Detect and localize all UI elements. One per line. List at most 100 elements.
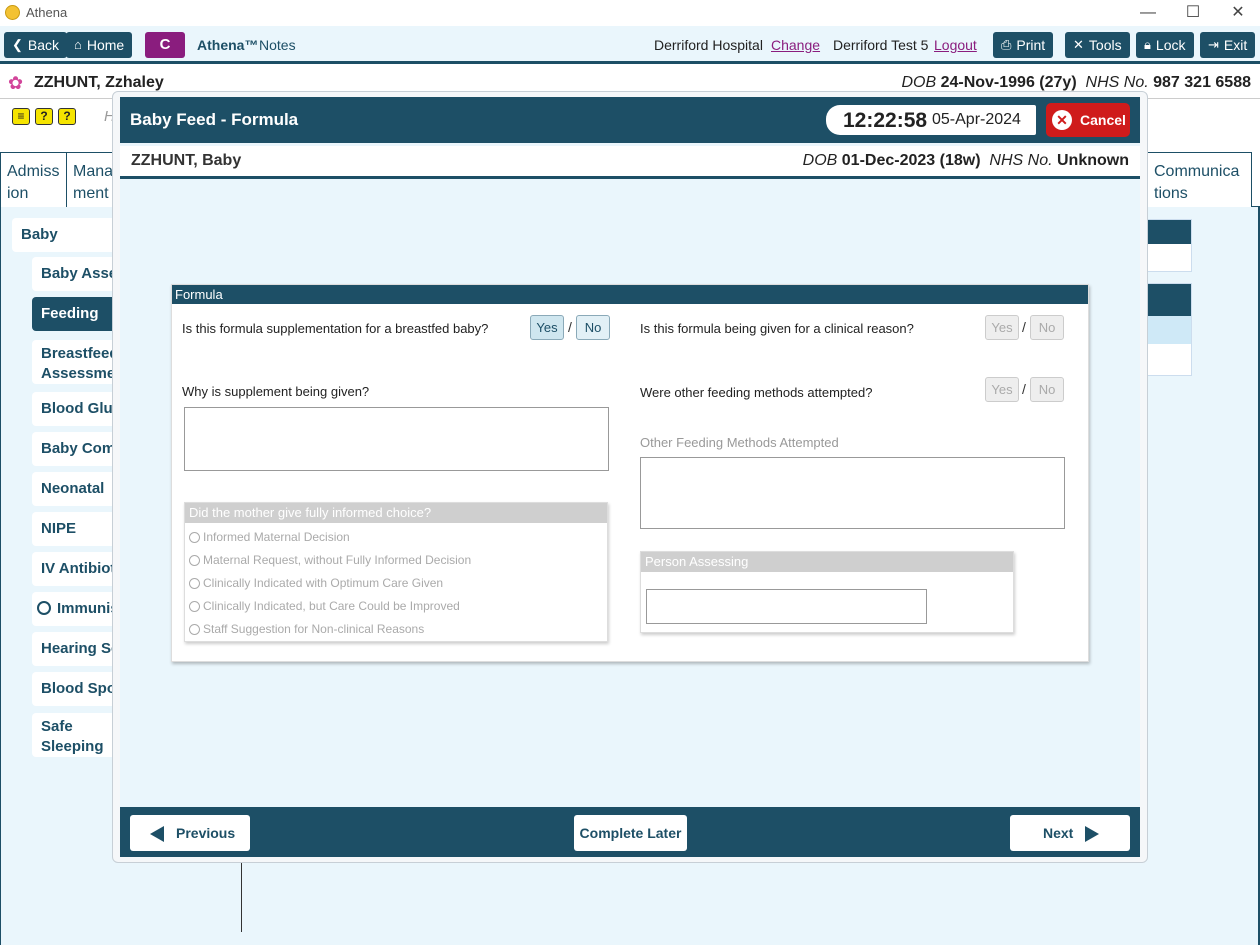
choice-label: Clinically Indicated, but Care Could be … [203,599,460,613]
previous-label: Previous [176,825,236,841]
patient-name: ZZHUNT, Zzhaley [34,74,164,91]
formula-section-header: Formula [172,285,1088,304]
lock-icon: 🔒︎ [1144,37,1151,52]
tab-communications[interactable]: Communica tions [1147,152,1252,207]
baby-dob: 01-Dec-2023 (18w) [841,152,981,169]
modal-header: Baby Feed - Formula 12:22:58 05-Apr-2024… [120,97,1140,143]
app-sub: Notes [259,37,296,53]
tools-button[interactable]: ✕ Tools [1065,32,1130,58]
person-assessing-input[interactable] [646,589,927,624]
window-titlebar: Athena — ☐ ✕ [0,0,1260,26]
other-methods-yes-button[interactable]: Yes [985,377,1019,402]
lock-button[interactable]: 🔒︎ Lock [1136,32,1194,58]
question-icon[interactable]: ? [58,108,76,125]
breastfed-no-button[interactable]: No [576,315,610,340]
logout-link[interactable]: Logout [934,37,977,53]
nhs-label: NHS No. [1085,74,1149,91]
back-button[interactable]: ❮ Back [4,32,68,58]
breastfed-yes-button[interactable]: Yes [530,315,564,340]
flower-icon: ✿ [8,73,24,93]
baby-dob-label: DOB [802,152,838,169]
baby-feed-modal: Baby Feed - Formula 12:22:58 05-Apr-2024… [120,97,1140,857]
maximize-icon[interactable]: ☐ [1173,2,1213,24]
nav-immunisation[interactable]: Immunis [32,592,122,626]
nav-feeding[interactable]: Feeding [32,297,122,331]
radio-icon [189,623,200,635]
exit-button[interactable]: ⇥ Exit [1200,32,1256,58]
home-icon: ⌂ [74,37,82,52]
choice-label: Informed Maternal Decision [203,530,350,544]
nav-blood-spot[interactable]: Blood Spot [32,672,122,706]
nav-baby-comm[interactable]: Baby Comm [32,432,122,466]
baby-details: DOB 01-Dec-2023 (18w) NHS No. Unknown [803,152,1129,170]
nav-breastfeeding-assessment[interactable]: Breastfeeding Assessment [32,340,122,384]
choice-staff-suggestion[interactable]: Staff Suggestion for Non-clinical Reason… [189,622,424,636]
baby-name: ZZHUNT, Baby [131,152,242,169]
exit-label: Exit [1223,37,1248,53]
tools-label: Tools [1088,37,1122,53]
minimize-icon[interactable]: — [1128,2,1168,24]
arrow-right-icon [1085,826,1099,842]
radio-icon [189,531,200,543]
chevron-left-icon: ❮ [12,37,23,52]
informed-choice-group: Did the mother give fully informed choic… [184,502,608,642]
app-logo-icon [5,5,20,20]
nav-neonatal[interactable]: Neonatal [32,472,122,506]
patient-dob: 24-Nov-1996 (27y) [940,74,1077,91]
complete-later-button[interactable]: Complete Later [574,815,687,851]
close-circle-icon: ✕ [1052,110,1072,130]
slash-separator: / [568,319,572,335]
nav-blood-glucose[interactable]: Blood Gluc [32,392,122,426]
help-icon[interactable]: ? [35,108,53,125]
baby-banner: ZZHUNT, Baby DOB 01-Dec-2023 (18w) NHS N… [120,146,1140,179]
choice-label: Staff Suggestion for Non-clinical Reason… [203,622,425,636]
clinical-no-button[interactable]: No [1030,315,1064,340]
c-button[interactable]: C [145,32,185,58]
choice-clinically-improved[interactable]: Clinically Indicated, but Care Could be … [189,599,460,613]
dob-label: DOB [901,74,937,91]
nav-baby-assessment[interactable]: Baby Assess [32,257,122,291]
user-name: Derriford Test 5 [833,37,929,53]
app-name: Athena™ [197,37,259,53]
q-other-methods: Were other feeding methods attempted? [640,385,873,400]
alert-icon[interactable]: ≡ [12,108,30,125]
why-supplement-textarea[interactable] [184,407,609,471]
nav-iv-antibiotics[interactable]: IV Antibiot [32,552,122,586]
nav-safe-sleeping[interactable]: Safe Sleeping Assessment [32,713,122,757]
other-methods-textarea[interactable] [640,457,1065,529]
radio-icon [189,554,200,566]
next-label: Next [1043,825,1074,841]
q-why-supplement: Why is supplement being given? [182,384,370,399]
modal-footer: Previous Complete Later Next [120,807,1140,857]
date-value: 05-Apr-2024 [932,111,1021,128]
radio-icon [189,600,200,612]
choice-label: Clinically Indicated with Optimum Care G… [203,576,444,590]
datetime-display[interactable]: 12:22:58 05-Apr-2024 [826,105,1036,135]
radio-icon [189,577,200,589]
nav-immunisation-label: Immunis [57,600,119,617]
print-button[interactable]: ⎙ Print [993,32,1054,58]
change-hospital-link[interactable]: Change [771,37,820,53]
choice-informed-maternal[interactable]: Informed Maternal Decision [189,530,350,544]
nav-baby[interactable]: Baby [12,218,122,252]
previous-button[interactable]: Previous [130,815,250,851]
cancel-button[interactable]: ✕ Cancel [1046,103,1130,137]
home-button[interactable]: ⌂ Home [66,32,133,58]
lock-label: Lock [1155,37,1186,53]
nav-nipe[interactable]: NIPE [32,512,122,546]
patient-nhs: 987 321 6588 [1153,74,1251,91]
clinical-yes-button[interactable]: Yes [985,315,1019,340]
hospital-name: Derriford Hospital [654,37,763,53]
next-button[interactable]: Next [1010,815,1130,851]
print-label: Print [1016,37,1046,53]
divider-line [241,857,242,932]
main-toolbar: ❮ Back ⌂ Home C Athena™ Notes Derriford Ho… [0,26,1260,64]
patient-details: DOB 24-Nov-1996 (27y) NHS No. 987 321 65… [901,74,1251,92]
q-breastfed-supplementation: Is this formula supplementation for a br… [182,321,489,336]
tab-admission[interactable]: Admiss ion [0,152,66,207]
other-methods-no-button[interactable]: No [1030,377,1064,402]
close-icon[interactable]: ✕ [1218,2,1258,24]
choice-clinically-optimum[interactable]: Clinically Indicated with Optimum Care G… [189,576,443,590]
choice-maternal-request[interactable]: Maternal Request, without Fully Informed… [189,553,471,567]
nav-hearing-screen[interactable]: Hearing Sc [32,632,122,666]
